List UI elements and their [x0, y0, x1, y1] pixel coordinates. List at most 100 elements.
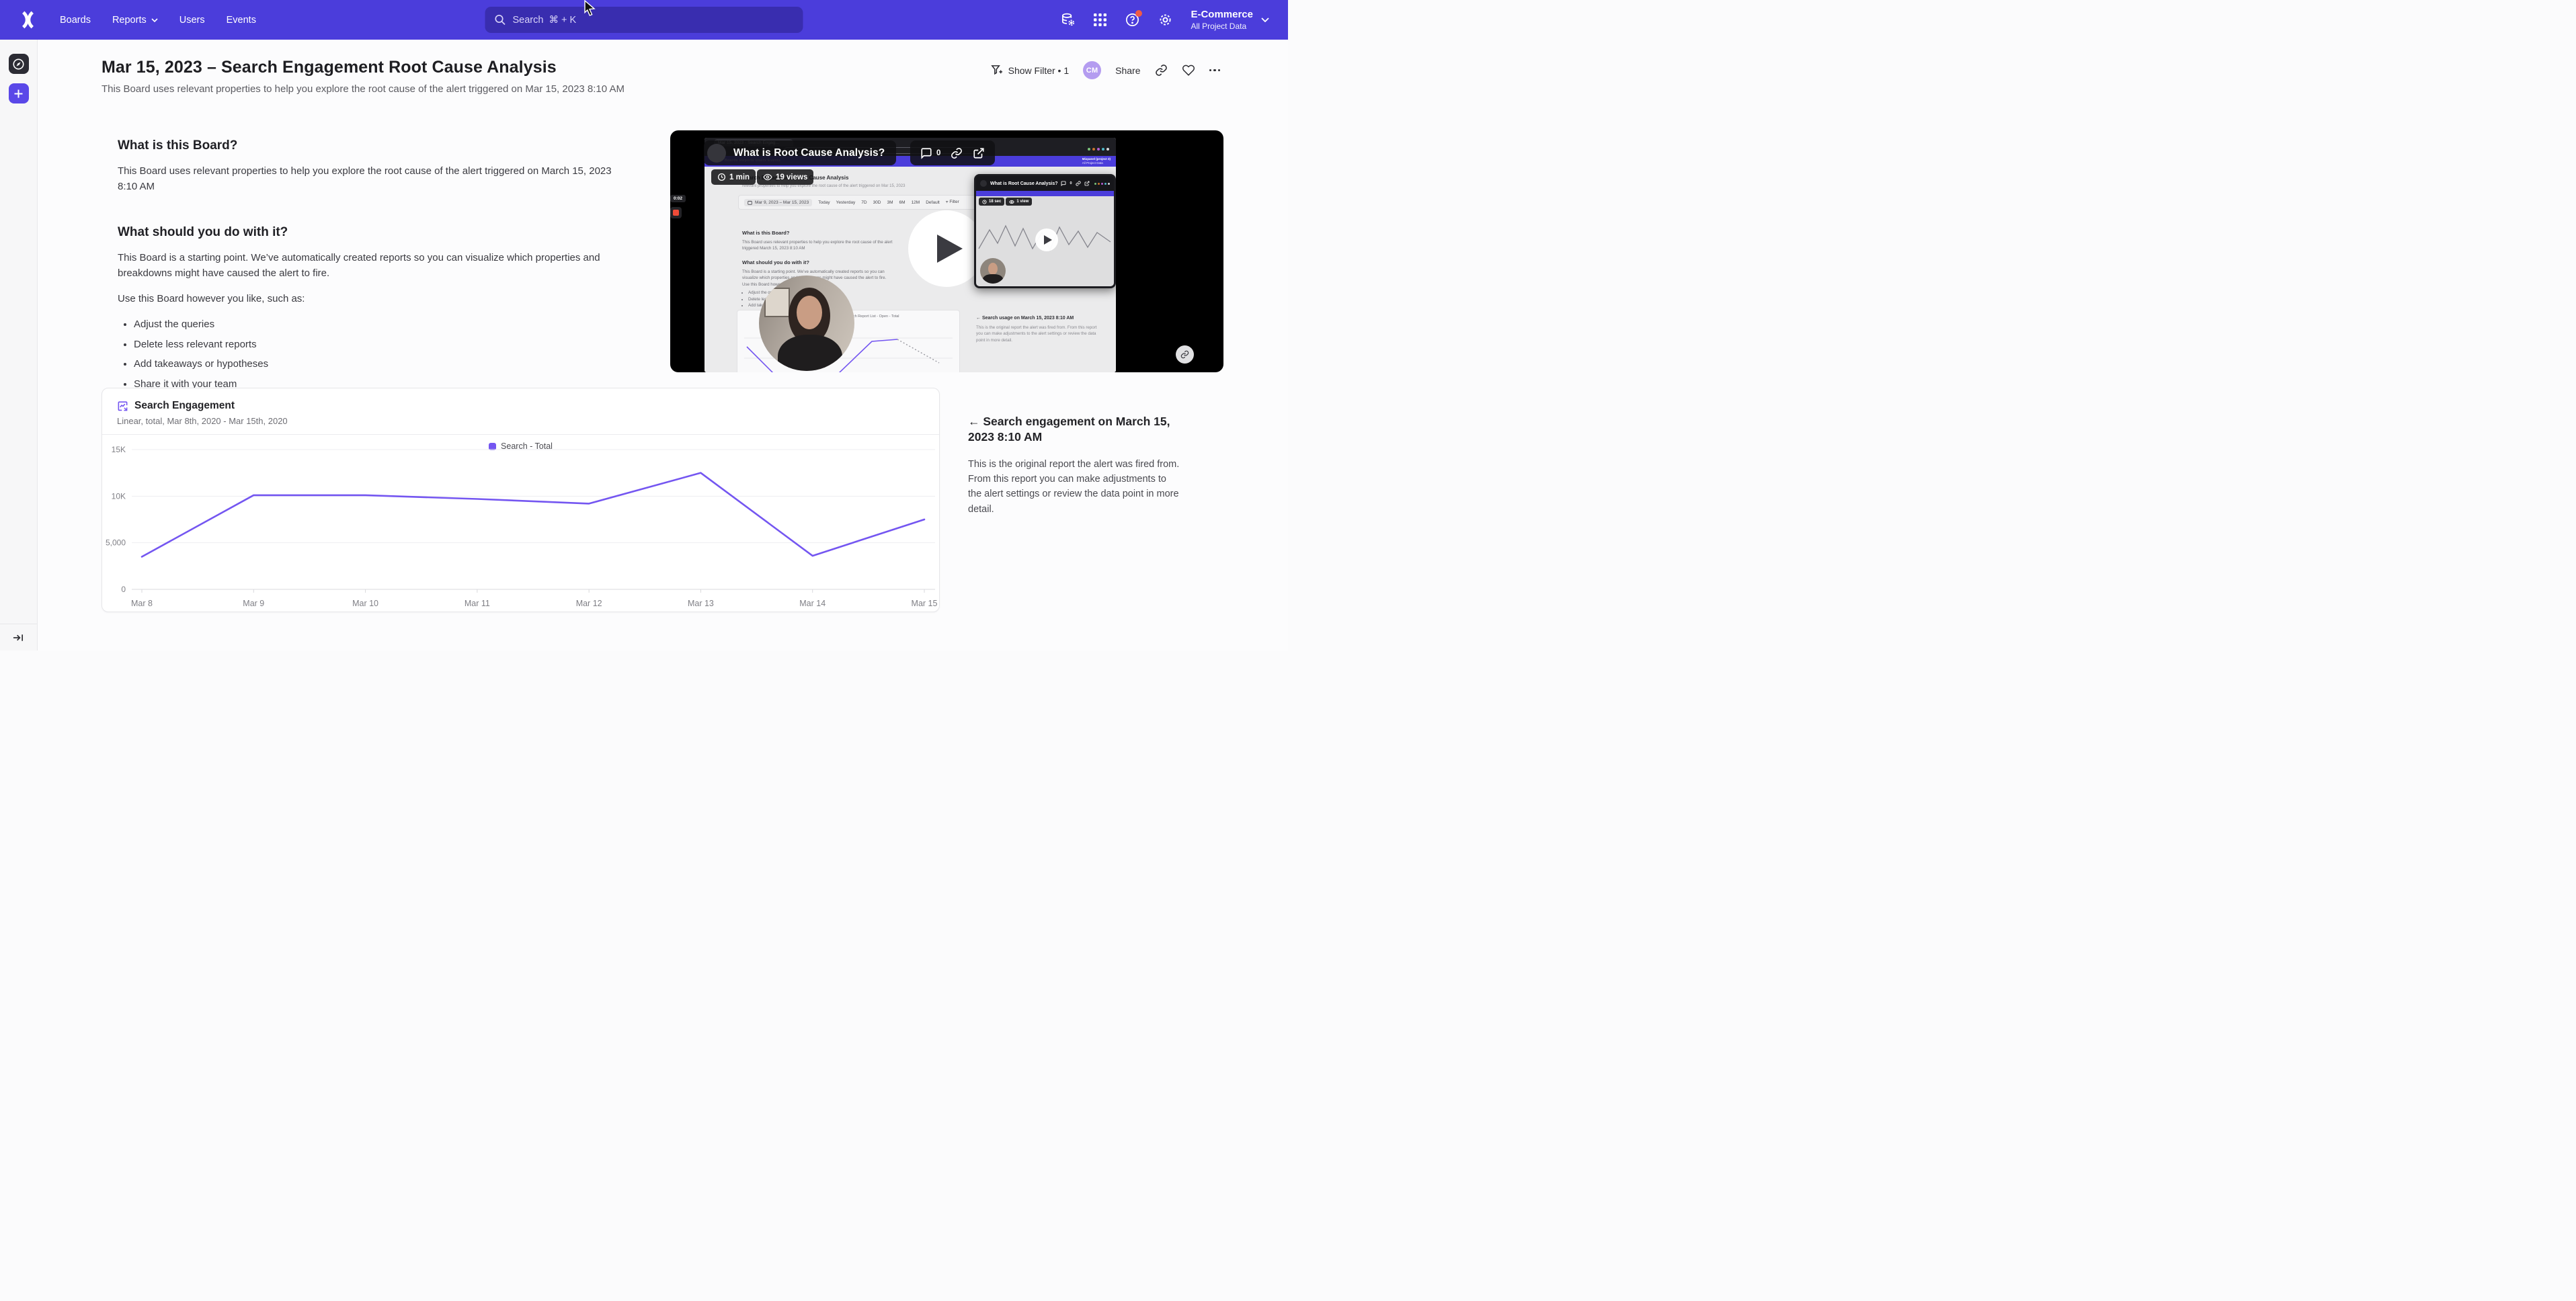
svg-text:Mar 12: Mar 12	[576, 599, 602, 608]
project-selector[interactable]: E-Commerce All Project Data	[1191, 9, 1269, 31]
divider	[102, 434, 939, 435]
filter-plus-icon	[990, 64, 1003, 77]
nav-users[interactable]: Users	[179, 15, 205, 26]
chevron-down-icon	[1261, 17, 1269, 22]
clock-icon	[982, 200, 987, 204]
board-subtitle: This Board uses relevant properties to h…	[102, 83, 625, 95]
video-title: What is Root Cause Analysis?	[733, 147, 885, 159]
svg-text:15K: 15K	[112, 445, 126, 454]
pip-extensions	[1094, 183, 1110, 185]
video-copy-link-button[interactable]	[1176, 345, 1194, 364]
plus-icon	[13, 89, 24, 99]
video-views-badge: 19 views	[757, 169, 813, 185]
report-card-search-engagement[interactable]: Search Engagement Linear, total, Mar 8th…	[102, 388, 940, 612]
intro-text-block: What is this Board? This Board uses rele…	[118, 138, 620, 396]
copy-link-button[interactable]	[1155, 64, 1168, 77]
list-item: Adjust the queries	[134, 317, 620, 333]
nav-events[interactable]: Events	[227, 15, 256, 26]
play-icon	[937, 235, 963, 263]
section-heading: What should you do with it?	[118, 225, 620, 240]
search-input[interactable]: Search ⌘ + K	[485, 7, 803, 33]
open-external-icon[interactable]	[973, 147, 985, 159]
expand-sidebar-button[interactable]	[0, 624, 37, 650]
nav-reports[interactable]: Reports	[112, 15, 158, 26]
svg-text:5,000: 5,000	[106, 538, 126, 548]
comment-icon	[1061, 181, 1066, 186]
favorite-button[interactable]	[1182, 64, 1195, 77]
mixpanel-logo-icon[interactable]	[19, 11, 37, 29]
video-meta: 1 min 19 views	[711, 169, 813, 185]
search-icon	[495, 14, 506, 26]
heart-icon	[1182, 64, 1195, 77]
link-icon	[1076, 181, 1081, 186]
suggestion-list: Adjust the queries Delete less relevant …	[118, 317, 620, 392]
svg-text:Mar 13: Mar 13	[688, 599, 714, 608]
alert-note-body: This is the original report the alert wa…	[968, 457, 1180, 517]
svg-text:Mar 15: Mar 15	[912, 599, 938, 608]
project-name: E-Commerce	[1191, 9, 1253, 22]
settings-gear-icon[interactable]	[1158, 12, 1173, 28]
avatar[interactable]: CM	[1083, 61, 1101, 79]
comment-icon[interactable]	[920, 147, 932, 159]
alert-note: ← Search engagement on March 15, 2023 8:…	[968, 414, 1180, 517]
report-title[interactable]: Search Engagement	[134, 400, 235, 412]
engagement-chart-svg: 05,00010K15KMar 8Mar 9Mar 10Mar 11Mar 12…	[102, 444, 940, 612]
top-navigation-bar: Boards Reports Users Events Search ⌘ + K	[0, 0, 1288, 40]
calendar-icon	[748, 200, 752, 205]
video-duration-badge: 1 min	[711, 169, 756, 185]
section-paragraph: This Board is a starting point. We’ve au…	[118, 250, 620, 282]
pip-play-button[interactable]	[1035, 228, 1058, 251]
nav-boards[interactable]: Boards	[60, 15, 91, 26]
pip-avatar	[980, 180, 987, 187]
link-icon	[1155, 64, 1168, 77]
svg-text:0: 0	[121, 585, 126, 594]
show-filter-button[interactable]: Show Filter • 1	[990, 64, 1070, 77]
section-paragraph: This Board uses relevant properties to h…	[118, 163, 620, 195]
svg-text:10K: 10K	[112, 491, 126, 501]
link-icon[interactable]	[951, 147, 963, 159]
open-external-icon	[1084, 181, 1090, 186]
video-title-bar: What is Root Cause Analysis?	[704, 140, 896, 165]
board-canvas: Mar 15, 2023 – Search Engagement Root Ca…	[38, 40, 1288, 650]
svg-text:Mar 8: Mar 8	[131, 599, 153, 608]
pip-views-badge: 1 view	[1006, 198, 1032, 206]
share-button[interactable]: Share	[1115, 65, 1140, 76]
left-rail	[0, 40, 38, 650]
report-subtitle: Linear, total, Mar 8th, 2020 - Mar 15th,…	[117, 416, 924, 426]
search-placeholder: Search ⌘ + K	[513, 15, 577, 26]
mini-aside: ← Search usage on March 15, 2023 8:10 AM…	[976, 316, 1097, 343]
mini-section: What is this Board? This Board uses rele…	[742, 230, 897, 252]
section-heading: What is this Board?	[118, 138, 620, 153]
mouse-cursor	[582, 0, 597, 16]
pip-title-bar: What is Root Cause Analysis? 0	[976, 176, 1114, 191]
comment-count: 0	[936, 149, 940, 157]
add-board-button[interactable]	[9, 83, 29, 103]
pip-title: What is Root Cause Analysis?	[990, 181, 1057, 186]
link-icon	[1180, 350, 1189, 359]
pip-purple-bar	[976, 191, 1114, 196]
video-player[interactable]: Mar 15, 2023 - Search Engag… Boards Repo…	[670, 130, 1223, 372]
list-item: Add takeaways or hypotheses	[134, 357, 620, 372]
recording-timer: 0:02	[670, 195, 686, 202]
clock-icon	[717, 173, 726, 181]
project-scope: All Project Data	[1191, 22, 1253, 31]
discover-compass-button[interactable]	[9, 54, 29, 74]
data-management-icon[interactable]	[1060, 12, 1076, 28]
list-item: Delete less relevant reports	[134, 337, 620, 353]
pip-mini-player[interactable]: What is Root Cause Analysis? 0 18 sec	[974, 174, 1116, 288]
primary-nav: Boards Reports Users Events	[60, 15, 256, 26]
apps-grid-icon[interactable]	[1093, 13, 1107, 27]
expand-sidebar-icon	[13, 633, 24, 642]
pip-webcam	[980, 258, 1006, 284]
presenter-webcam	[759, 276, 854, 371]
chevron-down-icon	[151, 18, 158, 22]
svg-text:Mar 10: Mar 10	[352, 599, 378, 608]
notification-dot	[1135, 10, 1142, 17]
play-button[interactable]	[908, 210, 985, 287]
board-header-controls: Show Filter • 1 CM Share	[990, 61, 1220, 79]
more-options-button[interactable]	[1209, 69, 1221, 72]
pip-body: 18 sec 1 view	[976, 196, 1114, 286]
help-icon[interactable]	[1125, 12, 1140, 28]
play-icon	[1044, 235, 1052, 245]
eye-icon	[763, 173, 772, 181]
